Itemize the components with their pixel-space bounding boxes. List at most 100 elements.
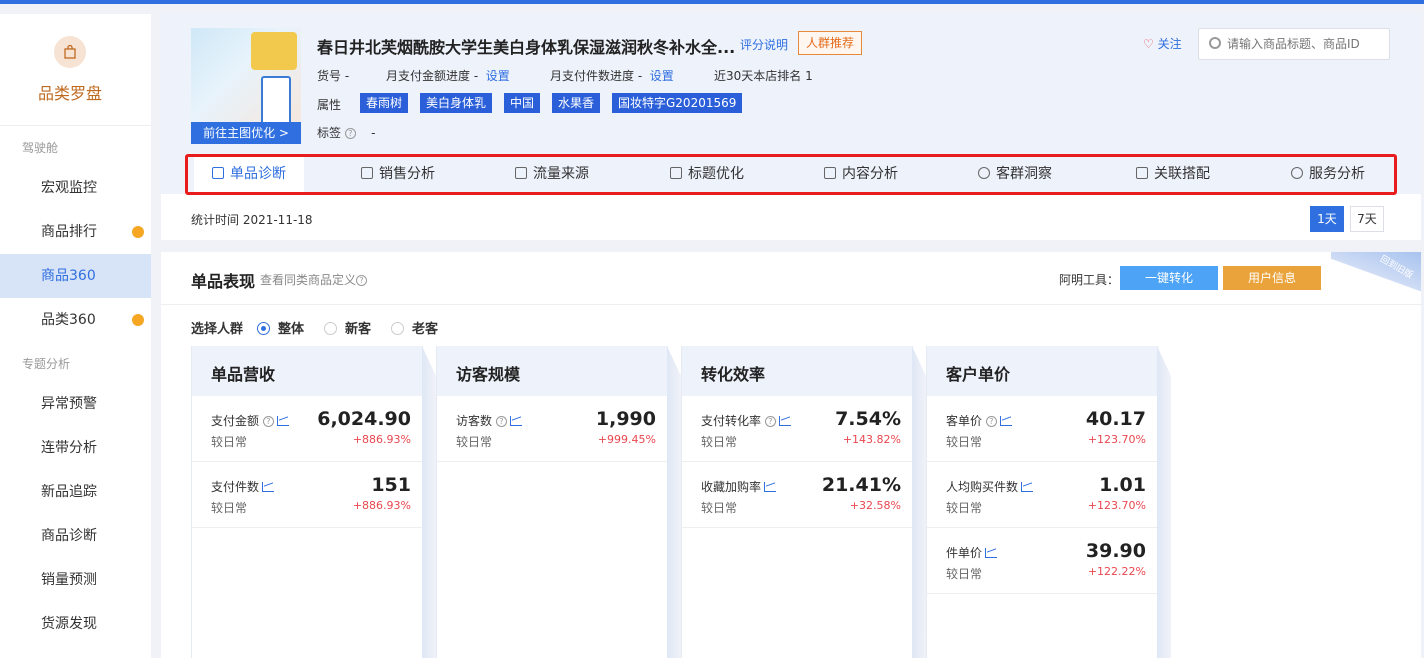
help-icon[interactable]: ?	[495, 416, 507, 427]
metric-compare-label: 较日常	[456, 435, 493, 449]
metric-label: 支付转化率 ?	[701, 412, 791, 429]
help-icon[interactable]: ?	[764, 416, 776, 427]
search-input[interactable]	[1227, 34, 1387, 54]
tag-label: 标签	[317, 126, 342, 140]
back-to-old-version-ribbon[interactable]: 回到旧版	[1331, 252, 1421, 306]
metric-card-title: 访客规模	[456, 365, 521, 384]
metric-change: +123.70%	[1087, 433, 1146, 446]
attribute-label: 属性	[317, 98, 342, 112]
users-icon	[978, 167, 990, 179]
divider	[161, 304, 1421, 305]
trend-icon[interactable]	[764, 482, 777, 492]
tab-service-analysis[interactable]: 服务分析	[1291, 157, 1365, 192]
trend-icon[interactable]	[985, 548, 998, 558]
radio-icon	[257, 322, 270, 335]
trend-icon[interactable]	[262, 482, 275, 492]
trend-icon[interactable]	[276, 416, 289, 426]
product-search-box[interactable]	[1198, 28, 1390, 60]
metric-row: 访客数 ? 较日常 1,990 +999.45%	[437, 396, 667, 462]
metric-row: 支付转化率 ? 较日常 7.54% +143.82%	[682, 396, 912, 462]
tab-customer-insight[interactable]: 客群洞察	[978, 157, 1052, 192]
metric-card-header: 客户单价	[927, 346, 1157, 396]
product-thumbnail[interactable]: 前往主图优化 >	[191, 28, 301, 144]
tab-label: 内容分析	[842, 166, 898, 182]
tab-traffic-source[interactable]: 流量来源	[515, 157, 589, 192]
metric-change: +886.93%	[352, 499, 411, 512]
top-accent-bar	[0, 0, 1424, 4]
product-title: 春日井北芙烟酰胺大学生美白身体乳保湿滋润秋冬补水全...	[317, 38, 736, 57]
radio-icon	[391, 322, 404, 335]
sidebar-item-label: 商品诊断	[41, 528, 97, 544]
radio-icon	[324, 322, 337, 335]
metric-value: 6,024.90	[317, 408, 411, 430]
sidebar-item-sales-forecast[interactable]: 销量预测	[0, 558, 151, 602]
crowd-option-all[interactable]: 整体	[257, 318, 304, 337]
metric-label: 访客数 ?	[456, 412, 522, 429]
tab-single-diagnosis[interactable]: 单品诊断	[194, 157, 304, 192]
search-icon	[1209, 37, 1221, 49]
crowd-recommend-button[interactable]: 人群推荐	[798, 31, 862, 55]
product-header-card: 前往主图优化 > 春日井北芙烟酰胺大学生美白身体乳保湿滋润秋冬补水全... 评分…	[161, 14, 1421, 240]
monthly-amount-set-link[interactable]: 设置	[486, 69, 510, 83]
monthly-count-set-link[interactable]: 设置	[650, 69, 674, 83]
sidebar-item-label: 商品排行	[41, 224, 97, 240]
similar-definition-link[interactable]: 查看同类商品定义?	[260, 271, 368, 288]
store-rank: 近30天本店排名 1	[714, 69, 813, 83]
product-bottle-image	[261, 76, 291, 126]
sidebar-item-product-rank[interactable]: 商品排行	[0, 210, 151, 254]
metric-label-text: 支付金额	[211, 414, 260, 428]
radio-label: 整体	[278, 322, 305, 337]
user-info-button[interactable]: 用户信息	[1223, 266, 1321, 290]
metric-change: +999.45%	[597, 433, 656, 446]
tab-label: 服务分析	[1309, 166, 1365, 182]
metric-compare-label: 较日常	[701, 501, 738, 515]
crowd-option-old[interactable]: 老客	[391, 318, 438, 337]
metric-card-revenue: 单品营收 支付金额 ? 较日常 6,024.90 +886.93% 支付件数 较…	[191, 346, 436, 658]
metric-card-header: 转化效率	[682, 346, 912, 396]
metric-value: 7.54%	[835, 408, 901, 430]
sidebar-item-product-360[interactable]: 商品360	[0, 254, 151, 298]
metric-row: 支付件数 较日常 151 +886.93%	[192, 462, 422, 528]
rating-explanation-link[interactable]: 评分说明	[740, 36, 788, 53]
trend-icon[interactable]	[509, 416, 522, 426]
metric-card-title: 单品营收	[211, 365, 276, 384]
sidebar-item-bundle-analysis[interactable]: 连带分析	[0, 426, 151, 470]
metric-compare-label: 较日常	[946, 435, 983, 449]
sidebar-group-topics: 专题分析	[22, 357, 71, 371]
range-7day-button[interactable]: 7天	[1350, 206, 1384, 232]
tab-related-match[interactable]: 关联搭配	[1136, 157, 1210, 192]
sidebar-item-macro-monitor[interactable]: 宏观监控	[0, 166, 151, 210]
sidebar-item-category-360[interactable]: 品类360	[0, 298, 151, 342]
help-icon[interactable]: ?	[985, 416, 997, 427]
sidebar-item-anomaly-alert[interactable]: 异常预警	[0, 382, 151, 426]
sidebar-item-source-discovery[interactable]: 货源发现	[0, 602, 151, 646]
trend-icon[interactable]	[999, 416, 1012, 426]
monthly-amount-label: 月支付金额进度 -	[386, 69, 479, 83]
metric-card-visitors: 访客规模 访客数 ? 较日常 1,990 +999.45%	[436, 346, 681, 658]
trend-icon[interactable]	[1021, 482, 1034, 492]
tab-content-analysis[interactable]: 内容分析	[824, 157, 898, 192]
metric-label-text: 访客数	[456, 414, 493, 428]
stat-time: 统计时间 2021-11-18	[191, 213, 313, 227]
attribute-tag: 国妆特字G20201569	[612, 93, 743, 113]
crowd-option-new[interactable]: 新客	[324, 318, 371, 337]
metric-label-text: 支付件数	[211, 480, 260, 494]
help-icon[interactable]: ?	[262, 416, 274, 427]
sidebar-item-new-product-tracking[interactable]: 新品追踪	[0, 470, 151, 514]
metric-card-title: 转化效率	[701, 365, 766, 384]
sidebar-item-product-diagnosis[interactable]: 商品诊断	[0, 514, 151, 558]
help-icon[interactable]: ?	[344, 128, 356, 139]
tab-sales-analysis[interactable]: 销售分析	[361, 157, 435, 192]
notification-dot	[132, 314, 144, 326]
goto-main-image-optimize-button[interactable]: 前往主图优化 >	[191, 122, 301, 144]
metric-label: 收藏加购率	[701, 478, 777, 495]
metric-label-text: 客单价	[946, 414, 983, 428]
tab-title-optimize[interactable]: 标题优化	[670, 157, 744, 192]
trend-icon[interactable]	[778, 416, 791, 426]
trend-icon	[670, 167, 682, 179]
one-click-convert-button[interactable]: 一键转化	[1120, 266, 1218, 290]
range-1day-button[interactable]: 1天	[1310, 206, 1344, 232]
monthly-amount-progress: 月支付金额进度 - 设置	[386, 67, 510, 84]
metric-change: +32.58%	[849, 499, 901, 512]
follow-button[interactable]: ♡ 关注	[1143, 35, 1182, 52]
